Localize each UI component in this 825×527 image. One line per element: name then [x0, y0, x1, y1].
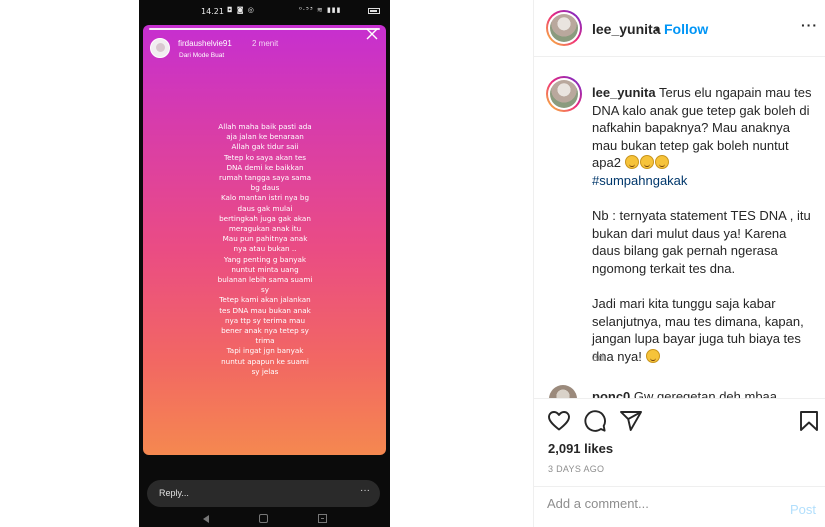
post-button[interactable]: Post — [790, 502, 816, 517]
caption-paragraph-3: Jadi mari kita tunggu saja kabar selanju… — [592, 296, 804, 364]
post-caption: lee_yunita Terus elu ngapain mau tes DNA… — [592, 84, 816, 366]
story-text-line: nya ttp sy terima mau — [224, 315, 306, 325]
comment-avatar[interactable] — [549, 385, 577, 398]
story-text-line: sy — [261, 285, 269, 295]
phone-status-bar: 14.21 ◘ ◙ ◎ ⁰·⁵³ ≋ ▮▮▮ — [139, 0, 390, 24]
story-text-line: bertingkah juga gak akan — [219, 213, 311, 223]
share-icon[interactable] — [619, 409, 643, 433]
header-username[interactable]: lee_yunita — [592, 21, 660, 37]
status-time: 14.21 — [201, 7, 224, 16]
story-text-line: Tetep ko saya akan tes — [223, 152, 307, 162]
avatar[interactable] — [546, 10, 582, 46]
comment-username[interactable]: ponc0 — [592, 389, 630, 398]
comment-text: Gw geregetan deh mbaa... — [633, 389, 788, 398]
comment-item: ponc0 Gw geregetan deh mbaa... — [592, 389, 788, 398]
more-options-icon[interactable]: ··· — [801, 17, 818, 33]
story-text-line: trima — [255, 336, 275, 346]
story-text-line: bulanan lebih sama suami — [217, 275, 313, 285]
phone-screenshot: 14.21 ◘ ◙ ◎ ⁰·⁵³ ≋ ▮▮▮ firdaushelvie91 2… — [139, 0, 390, 527]
story-text-line: sy jelas — [251, 366, 279, 376]
story-text-line: nuntut minta uang — [231, 264, 299, 274]
grinning-emoji-icon — [654, 155, 669, 170]
post-date[interactable]: 3 DAYS AGO — [548, 464, 604, 474]
reply-placeholder: Reply... — [159, 488, 189, 498]
story-text: Allah maha baik pasti ada aja jalan ke b… — [176, 122, 354, 377]
hashtag-link[interactable]: #sumpahngakak — [592, 173, 687, 188]
close-icon — [366, 28, 378, 40]
story-text-line: nya atau bukan .. — [233, 244, 297, 254]
home-icon — [259, 514, 268, 523]
story-text-line: Allah maha baik pasti ada — [218, 122, 312, 131]
network-status: ⁰·⁵³ ≋ ▮▮▮ — [299, 6, 342, 14]
post-header: lee_yunita • Follow ··· — [534, 0, 825, 57]
post-side-panel: lee_yunita • Follow ··· lee_yunita Terus… — [533, 0, 825, 527]
story-time: 2 menit — [252, 39, 279, 48]
caption-age: 3d — [592, 352, 605, 364]
story-text-line: tes DNA mau bukan anak — [219, 305, 311, 315]
comment-input[interactable] — [547, 496, 767, 511]
smiling-emoji-icon — [645, 348, 660, 363]
story-progress-bar — [149, 28, 380, 30]
story-text-line: meragukan anak itu — [228, 224, 302, 234]
story-card: firdaushelvie91 2 menit Dari Mode Buat A… — [143, 25, 386, 455]
story-username: firdaushelvie91 — [178, 39, 232, 48]
add-comment-bar: Post — [534, 486, 825, 527]
comment-icon[interactable] — [583, 409, 607, 433]
story-text-line: Tetep kami akan jalankan — [219, 295, 311, 305]
story-text-line: bg daus — [250, 183, 280, 193]
story-text-line: nuntut apapun ke suami — [221, 356, 309, 366]
separator-dot: • — [655, 21, 660, 37]
story-text-line: Allah gak tidur saii — [231, 142, 299, 152]
grinning-emoji-icon — [624, 155, 639, 170]
story-text-line: DNA demi ke baikkan — [226, 162, 304, 172]
story-text-line: Mau pun pahitnya anak — [222, 234, 308, 244]
story-reply-field: Reply... ··· — [147, 480, 380, 507]
notification-icons: ◘ ◙ ◎ — [227, 6, 255, 14]
story-avatar — [150, 38, 170, 58]
phone-nav-bar — [139, 511, 390, 527]
battery-icon — [368, 8, 380, 14]
story-text-line: bener anak nya tetep sy — [221, 326, 309, 336]
caption-paragraph-2: Nb : ternyata statement TES DNA , itu bu… — [592, 208, 811, 276]
post-actions: 2,091 likes 3 DAYS AGO — [534, 398, 825, 498]
back-icon — [203, 515, 209, 523]
heart-icon[interactable] — [547, 409, 571, 433]
follow-button[interactable]: Follow — [664, 21, 708, 37]
more-icon: ··· — [360, 485, 370, 496]
grinning-emoji-icon — [639, 155, 654, 170]
story-text-line: daus gak mulai — [237, 203, 293, 213]
story-text-line: Kalo mantan istri nya bg — [220, 193, 310, 203]
story-text-line: rumah tangga saya sama — [219, 173, 311, 183]
story-subtitle: Dari Mode Buat — [179, 52, 225, 59]
recent-apps-icon — [318, 514, 327, 523]
story-text-line: aja jalan ke benaraan — [226, 132, 304, 142]
story-text-line: Tapi ingat jgn banyak — [226, 346, 304, 356]
bookmark-icon[interactable] — [797, 409, 821, 433]
caption-avatar[interactable] — [546, 76, 582, 112]
story-text-line: Yang penting g banyak — [223, 254, 307, 264]
comments-area[interactable]: lee_yunita Terus elu ngapain mau tes DNA… — [534, 58, 825, 398]
post-media: 14.21 ◘ ◙ ◎ ⁰·⁵³ ≋ ▮▮▮ firdaushelvie91 2… — [0, 0, 533, 527]
caption-username[interactable]: lee_yunita — [592, 85, 656, 100]
likes-count[interactable]: 2,091 likes — [548, 441, 613, 456]
